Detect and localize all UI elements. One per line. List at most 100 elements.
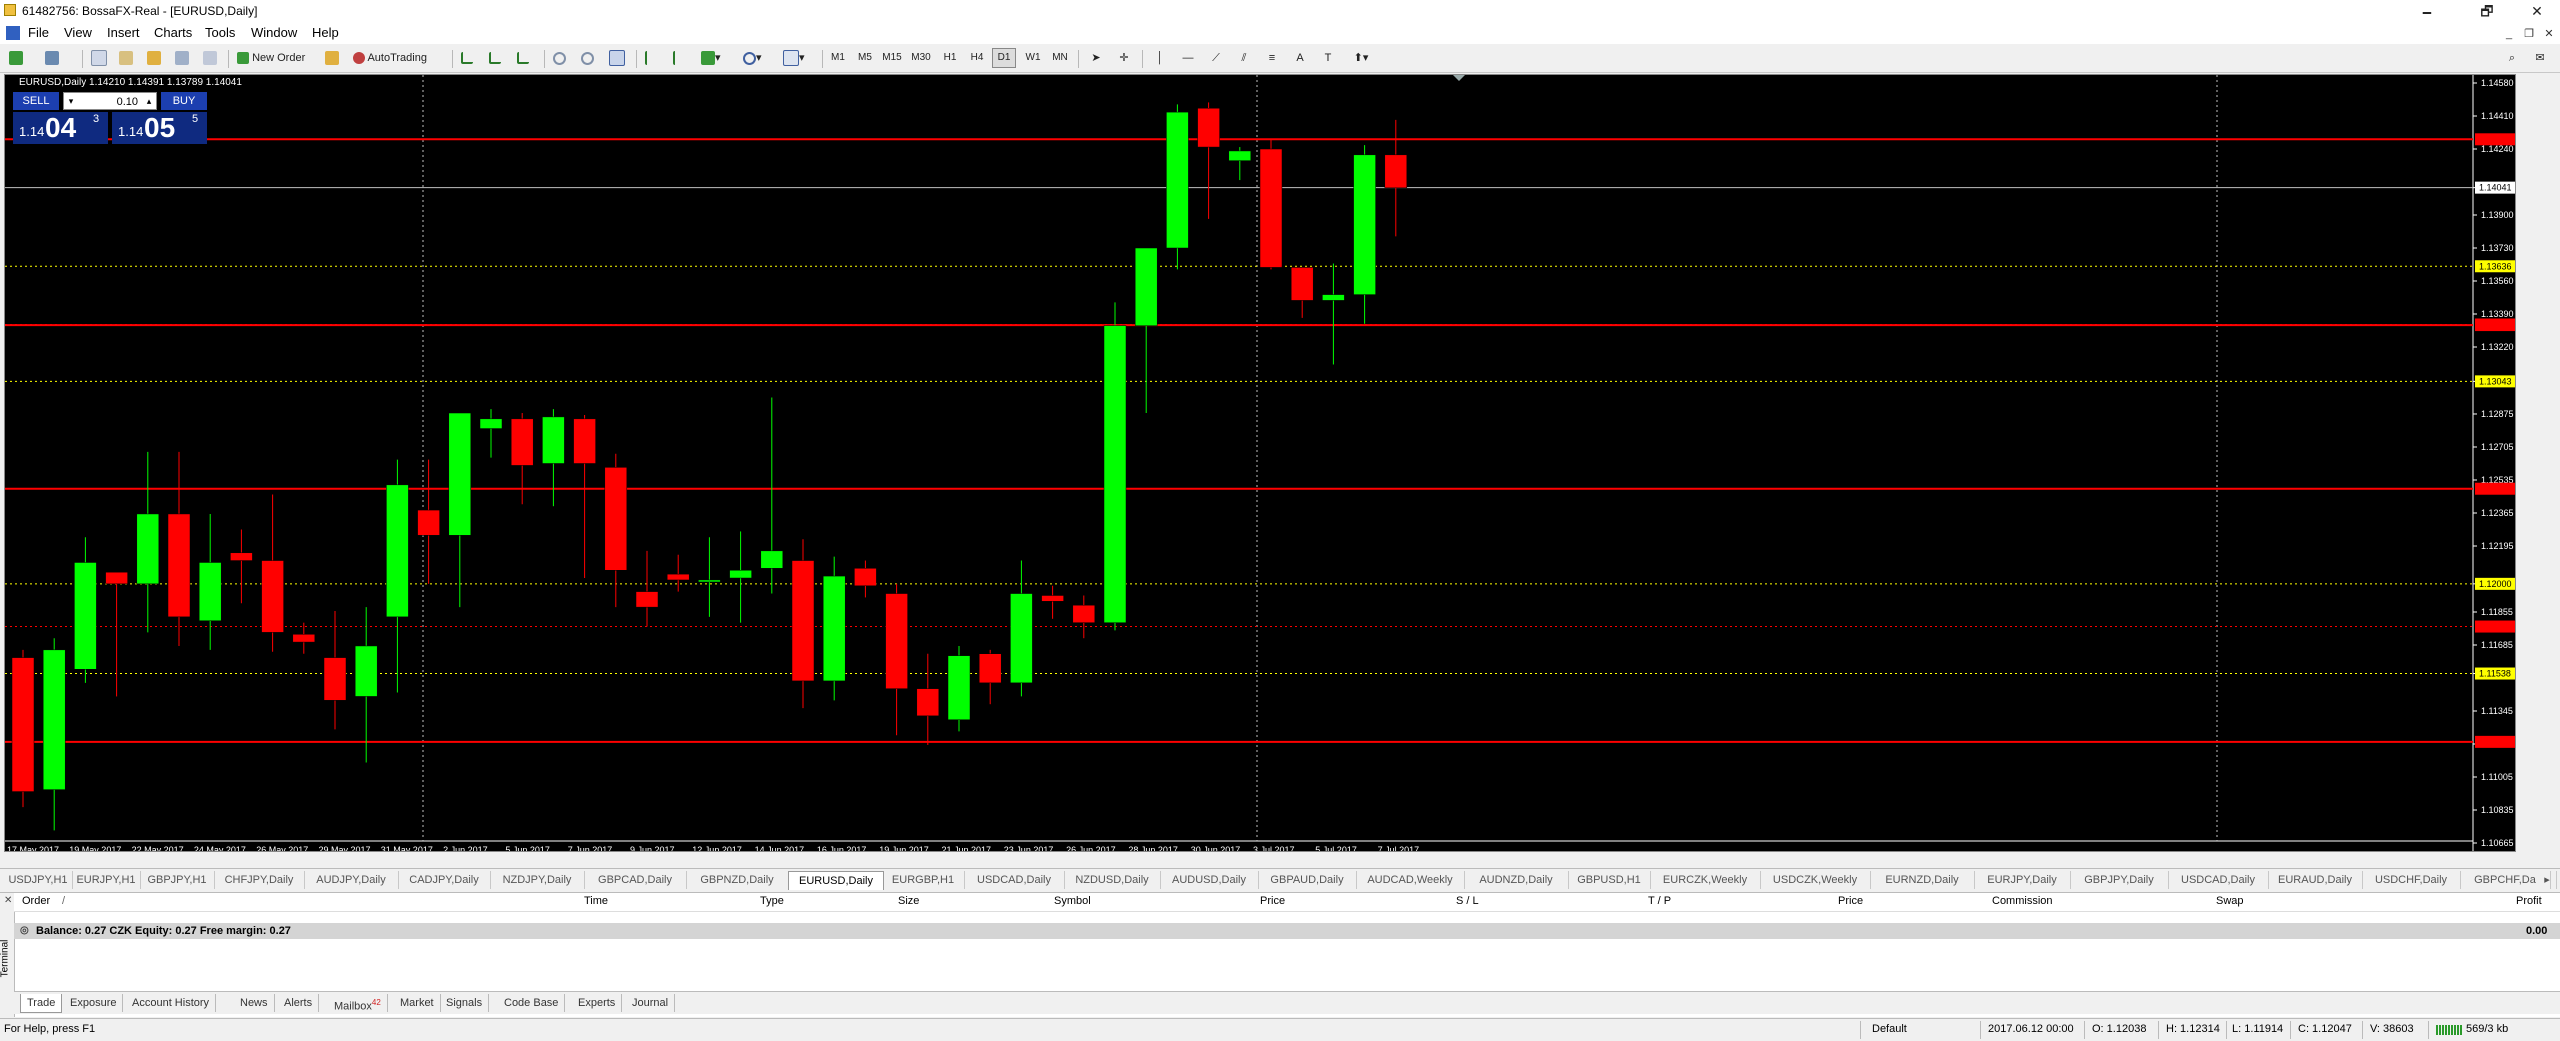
text-button[interactable]: A (1290, 48, 1310, 68)
chart-tab-eurusd-daily[interactable]: EURUSD,Daily (788, 871, 884, 890)
close-button[interactable]: ✕ (2514, 0, 2560, 22)
zoom-in-button[interactable] (552, 48, 572, 68)
menu-window[interactable]: Window (251, 25, 297, 40)
chart-tab-usdcad-daily[interactable]: USDCAD,Daily (964, 871, 1065, 889)
status-profile[interactable]: Default (1872, 1023, 1907, 1035)
chart-tab-gbpnzd-daily[interactable]: GBPNZD,Daily (686, 871, 789, 889)
fibonacci-button[interactable]: ≡ (1262, 48, 1282, 68)
chart-tab-eurnzd-daily[interactable]: EURNZD,Daily (1870, 871, 1975, 889)
timeframe-h1[interactable]: H1 (938, 48, 962, 68)
cursor-button[interactable]: ➤ (1086, 48, 1106, 68)
candlesticks-button[interactable] (488, 48, 508, 68)
chart-tab-audnzd-daily[interactable]: AUDNZD,Daily (1464, 871, 1569, 889)
terminal-tab-code-base[interactable]: Code Base (498, 994, 566, 1012)
terminal-tab-trade[interactable]: Trade (20, 994, 63, 1013)
timeframe-m15[interactable]: M15 (880, 48, 904, 68)
col-type[interactable]: Type (760, 895, 784, 907)
menu-tools[interactable]: Tools (205, 25, 235, 40)
chart-tab-gbpjpy-daily[interactable]: GBPJPY,Daily (2070, 871, 2169, 889)
chart-tab-cadjpy-daily[interactable]: CADJPY,Daily (398, 871, 491, 889)
vertical-line-button[interactable]: │ (1150, 48, 1170, 68)
chart-tab-gbpusd-h1[interactable]: GBPUSD,H1 (1568, 871, 1651, 889)
lot-decrease-icon[interactable]: ▾ (63, 92, 79, 110)
chart-tab-usdchf-daily[interactable]: USDCHF,Daily (2362, 871, 2461, 889)
terminal-tab-account-history[interactable]: Account History (126, 994, 217, 1012)
terminal-tab-journal[interactable]: Journal (626, 994, 676, 1012)
chart-tab-euraud-daily[interactable]: EURAUD,Daily (2268, 871, 2363, 889)
col-symbol[interactable]: Symbol (1054, 895, 1091, 907)
mdi-close-icon[interactable]: ✕ (2540, 26, 2558, 42)
autotrading-button[interactable]: AutoTrading (352, 48, 444, 68)
terminal-close-icon[interactable]: ✕ (4, 895, 12, 906)
col-size[interactable]: Size (898, 895, 919, 907)
chart-tab-usdjpy-h1[interactable]: USDJPY,H1 (4, 871, 73, 889)
col-order[interactable]: Order (22, 895, 50, 907)
bid-quote[interactable]: 1.14 04 3 (13, 112, 108, 144)
chart-tab-eurjpy-daily[interactable]: EURJPY,Daily (1974, 871, 2071, 889)
terminal-tab-alerts[interactable]: Alerts (278, 994, 320, 1012)
terminal-tab-signals[interactable]: Signals (440, 994, 490, 1012)
col-profit[interactable]: Profit (2516, 895, 2542, 907)
zoom-out-button[interactable] (580, 48, 600, 68)
timeframe-w1[interactable]: W1 (1021, 48, 1045, 68)
periods-button[interactable]: ▾ (742, 48, 776, 68)
col-time[interactable]: Time (584, 895, 608, 907)
timeframe-m30[interactable]: M30 (909, 48, 933, 68)
terminal-button[interactable] (174, 48, 194, 68)
col-sl[interactable]: S / L (1456, 895, 1479, 907)
tile-windows-button[interactable] (608, 48, 628, 68)
chart-tab-audcad-weekly[interactable]: AUDCAD,Weekly (1356, 871, 1465, 889)
chart-tab-eurjpy-h1[interactable]: EURJPY,H1 (72, 871, 141, 889)
mdi-restore-icon[interactable]: ❐ (2520, 26, 2538, 42)
profiles-button[interactable] (44, 48, 74, 68)
crosshair-button[interactable]: ✛ (1114, 48, 1134, 68)
chart-tab-nzdusd-daily[interactable]: NZDUSD,Daily (1064, 871, 1161, 889)
chart-tab-eurgbp-h1[interactable]: EURGBP,H1 (882, 871, 965, 889)
line-chart-button[interactable] (516, 48, 536, 68)
data-window-button[interactable] (118, 48, 138, 68)
menu-help[interactable]: Help (312, 25, 339, 40)
lot-increase-icon[interactable]: ▴ (141, 92, 157, 110)
chart-tab-chfjpy-daily[interactable]: CHFJPY,Daily (214, 871, 305, 889)
chart-window-icon[interactable] (6, 26, 20, 40)
col-price[interactable]: Price (1260, 895, 1285, 907)
text-label-button[interactable]: T (1318, 48, 1338, 68)
ask-quote[interactable]: 1.14 05 5 (112, 112, 207, 144)
menu-view[interactable]: View (64, 25, 92, 40)
new-order-button[interactable]: New Order (236, 48, 318, 68)
balance-row[interactable]: ◎ Balance: 0.27 CZK Equity: 0.27 Free ma… (14, 923, 2560, 939)
chart-window[interactable]: 1.14580 1.14410 1.14240 1.14041 1.13900 1.137… (4, 74, 2516, 852)
col-tp[interactable]: T / P (1648, 895, 1671, 907)
metaeditor-button[interactable] (324, 48, 344, 68)
timeframe-h4[interactable]: H4 (965, 48, 989, 68)
chart-tab-nzdjpy-daily[interactable]: NZDJPY,Daily (490, 871, 585, 889)
chart-tab-usdczk-weekly[interactable]: USDCZK,Weekly (1760, 871, 1871, 889)
price-chart[interactable]: 1.14580 1.14410 1.14240 1.14041 1.13900 1.137… (5, 75, 2515, 851)
horizontal-line-button[interactable]: — (1178, 48, 1198, 68)
col-commission[interactable]: Commission (1992, 895, 2053, 907)
equidistant-channel-button[interactable]: ⫽ (1234, 48, 1254, 68)
sell-button[interactable]: SELL (13, 92, 59, 110)
buy-button[interactable]: BUY (161, 92, 207, 110)
strategy-tester-button[interactable] (202, 48, 222, 68)
templates-button[interactable]: ▾ (782, 48, 816, 68)
market-watch-button[interactable] (90, 48, 110, 68)
col-swap[interactable]: Swap (2216, 895, 2244, 907)
chart-tab-eurczk-weekly[interactable]: EURCZK,Weekly (1650, 871, 1761, 889)
menu-file[interactable]: File (28, 25, 49, 40)
auto-scroll-button[interactable] (672, 48, 692, 68)
arrows-button[interactable]: ⬆▾ (1346, 48, 1376, 68)
new-chart-button[interactable] (8, 48, 38, 68)
chart-tab-gbpjpy-h1[interactable]: GBPJPY,H1 (140, 871, 215, 889)
trendline-button[interactable]: ⟋ (1206, 48, 1226, 68)
chart-tab-gbpaud-daily[interactable]: GBPAUD,Daily (1258, 871, 1357, 889)
timeframe-d1[interactable]: D1 (992, 48, 1016, 68)
chart-tab-gbpcad-daily[interactable]: GBPCAD,Daily (584, 871, 687, 889)
navigator-button[interactable] (146, 48, 166, 68)
col-price-current[interactable]: Price (1838, 895, 1863, 907)
chart-shift-button[interactable] (644, 48, 664, 68)
menu-insert[interactable]: Insert (107, 25, 140, 40)
search-button[interactable]: ⌕ (2502, 48, 2522, 68)
terminal-tab-news[interactable]: News (234, 994, 275, 1012)
chart-tab-usdcad-daily[interactable]: USDCAD,Daily (2168, 871, 2269, 889)
